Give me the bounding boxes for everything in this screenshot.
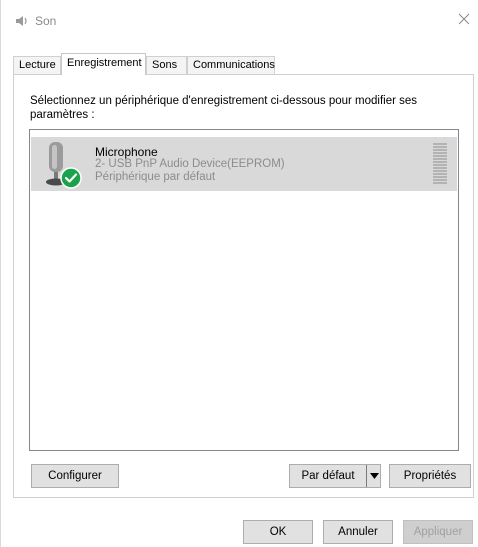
microphone-icon: [46, 142, 82, 189]
tab-communications[interactable]: Communications: [187, 56, 275, 74]
chevron-down-icon: [370, 473, 379, 479]
device-status: Périphérique par défaut: [95, 171, 216, 183]
device-name: Microphone: [95, 145, 158, 159]
level-meter: [433, 143, 447, 184]
instruction-line-1: Sélectionnez un périphérique d'enregistr…: [30, 95, 418, 107]
instruction-text: Sélectionnez un périphérique d'enregistr…: [30, 94, 450, 122]
window-title: Son: [35, 14, 57, 28]
cancel-button[interactable]: Annuler: [323, 520, 393, 544]
apply-button[interactable]: Appliquer: [403, 520, 473, 544]
instruction-line-2: paramètres :: [30, 109, 95, 121]
dropdown-arrow-button[interactable]: [366, 465, 382, 487]
configure-button[interactable]: Configurer: [31, 464, 119, 488]
recording-panel: Sélectionnez un périphérique d'enregistr…: [13, 74, 474, 498]
tab-sons[interactable]: Sons: [146, 56, 187, 74]
properties-button[interactable]: Propriétés: [389, 464, 471, 488]
set-default-split-button[interactable]: Par défaut: [289, 464, 381, 488]
speaker-icon: [16, 16, 27, 26]
device-description: 2- USB PnP Audio Device(EEPROM): [95, 158, 285, 170]
list-item[interactable]: Microphone 2- USB PnP Audio Device(EEPRO…: [31, 137, 457, 191]
checkmark-icon: [60, 167, 82, 189]
device-list[interactable]: Microphone 2- USB PnP Audio Device(EEPRO…: [29, 129, 459, 451]
tab-enregistrement[interactable]: Enregistrement: [61, 53, 146, 75]
tab-lecture[interactable]: Lecture: [13, 56, 61, 74]
set-default-button[interactable]: Par défaut: [290, 465, 366, 487]
sound-dialog: Son Lecture Enregistrement Sons Communic…: [0, 0, 478, 547]
title-bar: Son: [1, 0, 478, 40]
close-icon[interactable]: [453, 8, 475, 30]
ok-button[interactable]: OK: [243, 520, 313, 544]
